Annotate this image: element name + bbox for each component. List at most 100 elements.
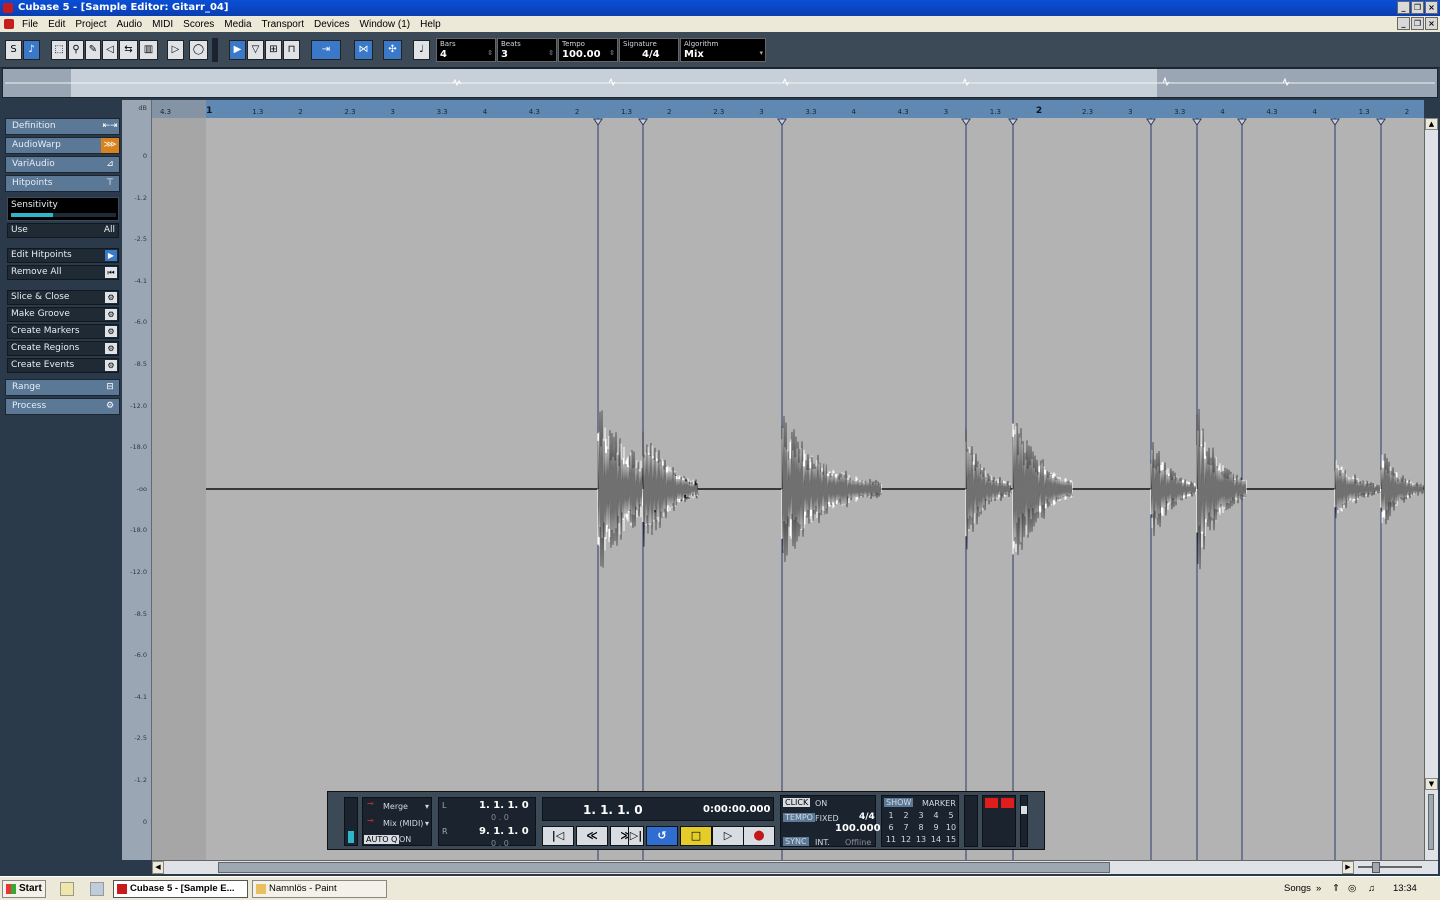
section-range[interactable]: Range ⊟ bbox=[5, 379, 120, 396]
section-variaudio[interactable]: VariAudio ⊿ bbox=[5, 156, 120, 173]
marker-button[interactable]: 13 bbox=[914, 835, 928, 844]
menu-midi[interactable]: MIDI bbox=[152, 19, 173, 30]
chevron-down-icon[interactable]: ▾ bbox=[425, 819, 429, 828]
beats-field[interactable]: Beats 3 ⇳ bbox=[497, 38, 557, 62]
slice-close-button[interactable]: Slice & Close ⚙ bbox=[7, 290, 119, 305]
task-paint[interactable]: Namnlös - Paint bbox=[252, 880, 387, 898]
secondary-time[interactable]: 0:00:00.000 bbox=[703, 804, 770, 815]
bars-field[interactable]: Bars 4 ⇳ bbox=[436, 38, 496, 62]
tempo-value[interactable]: 100.000 bbox=[835, 823, 881, 834]
chevron-down-icon[interactable]: ▾ bbox=[759, 49, 763, 57]
section-audiowarp[interactable]: AudioWarp ⋙ bbox=[5, 137, 120, 154]
use-select[interactable]: Use All bbox=[7, 223, 119, 238]
section-process[interactable]: Process ⚙ bbox=[5, 398, 120, 415]
tray-icon-2[interactable]: ◎ bbox=[1348, 883, 1356, 894]
loop-icon[interactable]: ◯ bbox=[189, 40, 208, 60]
doc-restore-button[interactable]: ❐ bbox=[1411, 17, 1424, 30]
edit-hitpoints-button[interactable]: Edit Hitpoints ▶ bbox=[7, 248, 119, 263]
marker-button[interactable]: 10 bbox=[944, 823, 958, 832]
right-locator-icon[interactable]: R bbox=[442, 827, 448, 836]
create-events-button[interactable]: Create Events ⚙ bbox=[7, 358, 119, 373]
signature-field[interactable]: Signature 4/4 bbox=[619, 38, 679, 62]
chevron-down-icon[interactable]: ▾ bbox=[425, 802, 429, 811]
remove-all-button[interactable]: Remove All ⏮ bbox=[7, 265, 119, 280]
minimize-button[interactable]: _ bbox=[1397, 1, 1410, 14]
grid-icon[interactable]: ▥ bbox=[139, 40, 158, 60]
marker-button[interactable]: 5 bbox=[944, 811, 958, 820]
left-locator[interactable]: 1. 1. 1. 0 bbox=[479, 800, 529, 811]
quicklaunch-icon-2[interactable] bbox=[90, 882, 104, 896]
marker-button[interactable]: 15 bbox=[944, 835, 958, 844]
overview-line[interactable] bbox=[2, 68, 1438, 98]
create-markers-button[interactable]: Create Markers ⚙ bbox=[7, 324, 119, 339]
signature-value[interactable]: 4/4 bbox=[859, 812, 875, 822]
quicklaunch-icon-1[interactable] bbox=[60, 882, 74, 896]
zoom-icon[interactable]: ⚲ bbox=[68, 40, 84, 60]
hitpoint-filter-icon[interactable]: ▽ bbox=[247, 40, 264, 60]
rewind-button[interactable]: ≪ bbox=[576, 826, 608, 846]
snap-icon[interactable]: ✣ bbox=[383, 40, 402, 60]
spinner-icon[interactable]: ⇳ bbox=[609, 49, 615, 57]
marker-button[interactable]: 11 bbox=[884, 835, 898, 844]
scrub-icon[interactable]: ⇆ bbox=[119, 40, 138, 60]
output-level-slider[interactable] bbox=[1020, 795, 1028, 847]
marker-button[interactable]: 14 bbox=[929, 835, 943, 844]
audition-icon[interactable]: ♪ bbox=[23, 40, 40, 60]
doc-minimize-button[interactable]: _ bbox=[1397, 17, 1410, 30]
clip-indicator-left[interactable] bbox=[985, 798, 998, 808]
menu-file[interactable]: File bbox=[22, 19, 38, 30]
right-locator[interactable]: 9. 1. 1. 0 bbox=[479, 826, 529, 837]
show-audio-event-icon[interactable]: ▶ bbox=[229, 40, 246, 60]
close-button[interactable]: × bbox=[1425, 1, 1438, 14]
marker-button[interactable]: 2 bbox=[899, 811, 913, 820]
algorithm-select[interactable]: Algorithm Mix ▾ bbox=[680, 38, 766, 62]
marker-button[interactable]: 12 bbox=[899, 835, 913, 844]
doc-close-button[interactable]: × bbox=[1425, 17, 1438, 30]
play-tool-icon[interactable]: ◁ bbox=[102, 40, 118, 60]
document-icon[interactable] bbox=[4, 19, 14, 29]
tray-icon-1[interactable]: ⇑ bbox=[1332, 883, 1340, 894]
sensitivity-slider[interactable]: Sensitivity bbox=[7, 197, 119, 221]
spinner-icon[interactable]: ⇳ bbox=[548, 49, 554, 57]
zoom-slider-thumb[interactable] bbox=[1372, 862, 1380, 873]
range-select-icon[interactable]: ⬚ bbox=[51, 40, 67, 60]
go-to-start-button[interactable]: |◁ bbox=[542, 826, 574, 846]
start-button[interactable]: Start bbox=[2, 880, 46, 898]
vertical-scrollbar[interactable]: ▲ ▼ bbox=[1424, 118, 1438, 860]
menu-project[interactable]: Project bbox=[75, 19, 106, 30]
tempo-button[interactable]: TEMPO bbox=[783, 813, 815, 822]
mix-select[interactable]: Mix (MIDI) bbox=[383, 819, 423, 828]
maximize-button[interactable]: ❐ bbox=[1411, 1, 1424, 14]
go-to-end-button[interactable]: ▷| bbox=[628, 826, 644, 846]
stop-button[interactable]: □ bbox=[680, 826, 712, 846]
play-icon[interactable]: ▷ bbox=[167, 40, 184, 60]
section-definition[interactable]: Definition ⇤⇥ bbox=[5, 118, 120, 135]
menu-audio[interactable]: Audio bbox=[116, 19, 142, 30]
tempo-field[interactable]: Tempo 100.00 ⇳ bbox=[558, 38, 618, 62]
marker-button[interactable]: 4 bbox=[929, 811, 943, 820]
sync-button[interactable]: SYNC bbox=[783, 837, 809, 846]
scroll-left-icon[interactable]: ◀ bbox=[152, 861, 164, 874]
scroll-right-icon[interactable]: ▶ bbox=[1342, 861, 1354, 874]
horizontal-scrollbar[interactable]: ◀ ▶ bbox=[152, 860, 1438, 874]
menu-help[interactable]: Help bbox=[420, 19, 441, 30]
chevron-icon[interactable]: » bbox=[1316, 883, 1321, 894]
merge-select[interactable]: Merge bbox=[383, 802, 408, 811]
marker-button[interactable]: 1 bbox=[884, 811, 898, 820]
slice-icon[interactable]: ⊞ bbox=[265, 40, 282, 60]
waveform-display[interactable] bbox=[152, 118, 1425, 860]
menu-scores[interactable]: Scores bbox=[183, 19, 214, 30]
region-icon[interactable]: ⊓ bbox=[283, 40, 300, 60]
menu-window[interactable]: Window (1) bbox=[360, 19, 411, 30]
click-button[interactable]: CLICK bbox=[783, 798, 811, 807]
make-groove-button[interactable]: Make Groove ⚙ bbox=[7, 307, 119, 322]
record-button[interactable]: ● bbox=[743, 826, 775, 846]
clip-indicator-right[interactable] bbox=[1001, 798, 1014, 808]
create-regions-button[interactable]: Create Regions ⚙ bbox=[7, 341, 119, 356]
pencil-icon[interactable]: ✎ bbox=[85, 40, 101, 60]
scroll-up-icon[interactable]: ▲ bbox=[1425, 118, 1438, 130]
primary-position[interactable]: 1. 1. 1. 0 bbox=[583, 803, 643, 817]
menu-devices[interactable]: Devices bbox=[314, 19, 350, 30]
menu-edit[interactable]: Edit bbox=[48, 19, 65, 30]
musical-mode-icon[interactable]: ♩ bbox=[413, 40, 430, 60]
